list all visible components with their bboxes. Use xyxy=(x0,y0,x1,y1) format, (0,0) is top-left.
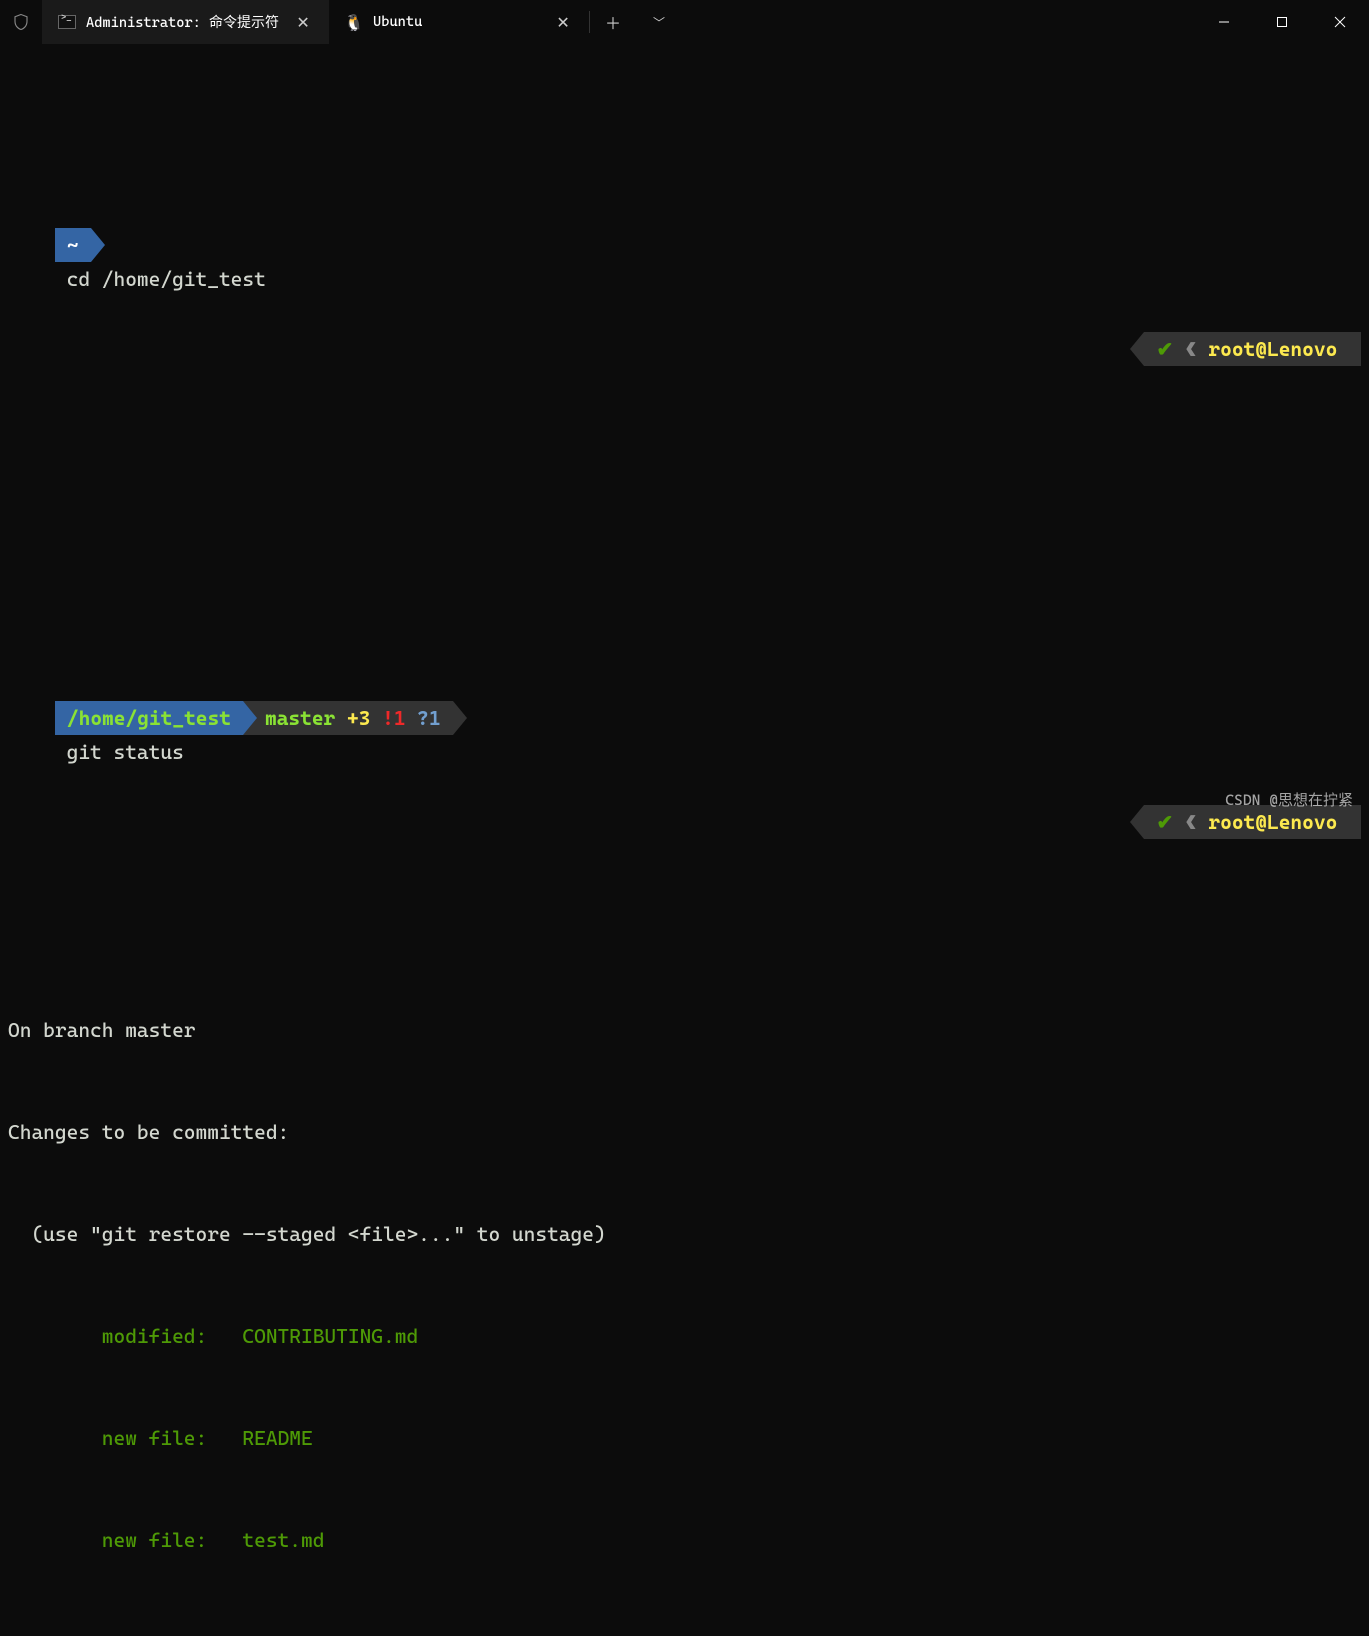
path-segment: /home/git_test xyxy=(55,701,243,735)
blank-line xyxy=(8,1625,1361,1636)
prompt-line-2: /home/git_testmaster +3 !1 ?1 git status… xyxy=(8,666,1361,874)
ubuntu-icon: 🐧 xyxy=(345,13,363,31)
close-window-button[interactable] xyxy=(1311,0,1369,44)
window-controls xyxy=(1195,0,1369,44)
titlebar: Administrator: 命令提示符 ✕ 🐧 Ubuntu ✕ ＋ ﹀ xyxy=(0,0,1369,44)
minimize-button[interactable] xyxy=(1195,0,1253,44)
right-status: ✔ ❮ root@Lenovo xyxy=(1060,296,1361,400)
command-text: git status xyxy=(55,740,184,764)
check-icon: ✔ xyxy=(1156,810,1173,834)
tab-title: Ubuntu xyxy=(373,14,422,30)
chevron-right-icon xyxy=(243,701,257,735)
command-text: cd /home/git_test xyxy=(55,267,266,291)
tab-title: Administrator: 命令提示符 xyxy=(86,12,279,32)
output-line: Changes to be committed: xyxy=(8,1115,1361,1149)
output-staged: new file: README xyxy=(8,1421,1361,1455)
home-segment: ~ xyxy=(55,228,91,262)
maximize-button[interactable] xyxy=(1253,0,1311,44)
output-line: On branch master xyxy=(8,1013,1361,1047)
prompt-line-1: ~ cd /home/git_test ✔ ❮ root@Lenovo xyxy=(8,192,1361,400)
check-icon: ✔ xyxy=(1156,337,1173,361)
git-added: +3 xyxy=(347,706,370,730)
user-host: root@Lenovo xyxy=(1208,337,1337,361)
close-icon[interactable]: ✕ xyxy=(289,13,317,32)
output-staged: modified: CONTRIBUTING.md xyxy=(8,1319,1361,1353)
cmd-icon xyxy=(58,13,76,31)
tab-ubuntu[interactable]: 🐧 Ubuntu ✕ xyxy=(329,0,589,44)
output-staged: new file: test.md xyxy=(8,1523,1361,1557)
terminal[interactable]: ~ cd /home/git_test ✔ ❮ root@Lenovo /hom… xyxy=(0,44,1369,1636)
branch-name: master xyxy=(265,706,335,730)
git-untracked: ?1 xyxy=(417,706,440,730)
chevron-right-icon xyxy=(453,701,467,735)
chevron-left-icon xyxy=(1130,805,1144,839)
close-icon[interactable]: ✕ xyxy=(549,13,577,32)
git-modified: !1 xyxy=(382,706,405,730)
chevron-right-icon xyxy=(91,228,105,262)
git-segment: master +3 !1 ?1 xyxy=(243,701,453,735)
tab-dropdown-button[interactable]: ﹀ xyxy=(636,0,682,44)
right-status: ✔ ❮ root@Lenovo xyxy=(1060,769,1361,873)
new-tab-button[interactable]: ＋ xyxy=(590,0,636,44)
tab-cmd[interactable]: Administrator: 命令提示符 ✕ xyxy=(42,0,329,44)
watermark: CSDN @思想在拧紧 xyxy=(1225,789,1353,810)
user-host: root@Lenovo xyxy=(1208,810,1337,834)
app-shield-icon xyxy=(0,0,42,44)
output-line: (use "git restore --staged <file>..." to… xyxy=(8,1217,1361,1251)
chevron-left-icon xyxy=(1130,332,1144,366)
